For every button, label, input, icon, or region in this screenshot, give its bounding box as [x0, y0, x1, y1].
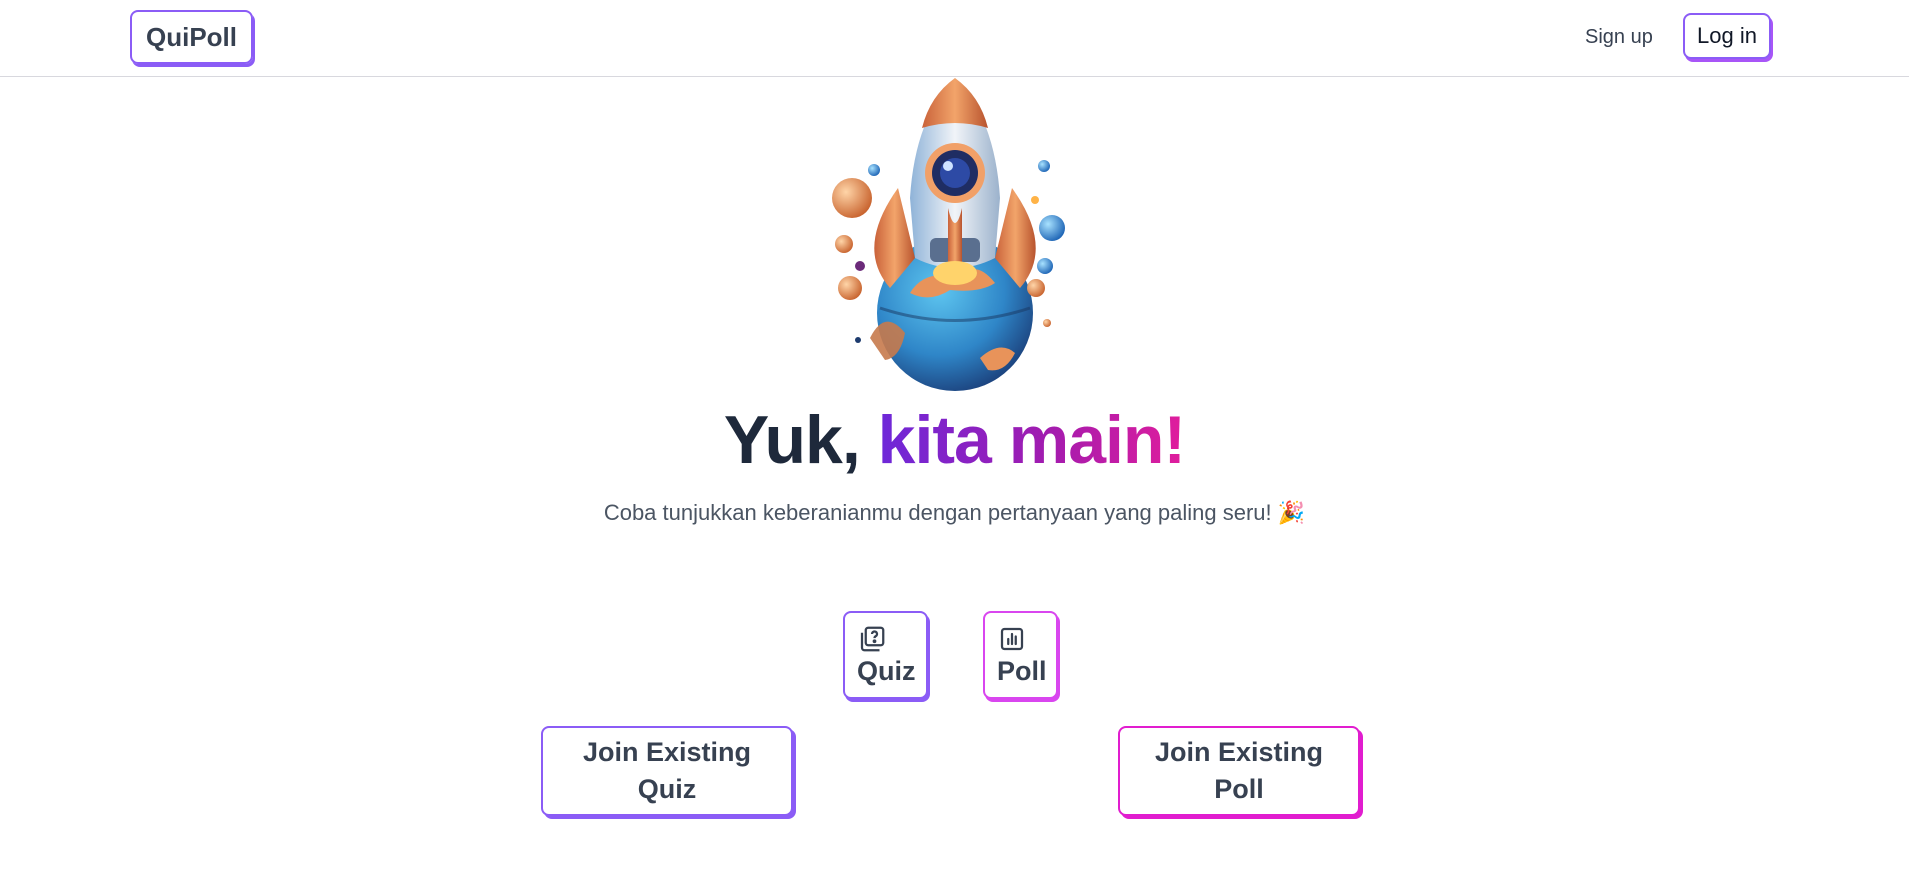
quiz-icon	[860, 626, 885, 651]
logo[interactable]: QuiPoll	[130, 10, 253, 64]
headline-highlight: kita main!	[877, 402, 1186, 478]
quiz-mode-label: Quiz	[857, 655, 916, 686]
rocket-illustration	[832, 78, 1065, 391]
login-button[interactable]: Log in	[1683, 13, 1771, 59]
hero-headline: Yuk, kita main!	[0, 400, 1909, 480]
hero-subtitle: Coba tunjukkan keberanianmu dengan perta…	[603, 500, 1306, 525]
poll-mode-button[interactable]: Poll	[983, 611, 1058, 699]
join-existing-poll-button[interactable]: Join Existing Poll	[1118, 726, 1360, 816]
join-existing-quiz-button[interactable]: Join Existing Quiz	[541, 726, 793, 816]
poll-mode-label: Poll	[997, 655, 1047, 686]
headline-greeting: Yuk,	[723, 402, 861, 478]
quiz-mode-button[interactable]: Quiz	[843, 611, 928, 699]
top-navbar: QuiPoll Sign up Log in	[0, 0, 1909, 77]
poll-chart-icon	[1000, 627, 1024, 650]
signup-link[interactable]: Sign up	[1585, 26, 1653, 49]
